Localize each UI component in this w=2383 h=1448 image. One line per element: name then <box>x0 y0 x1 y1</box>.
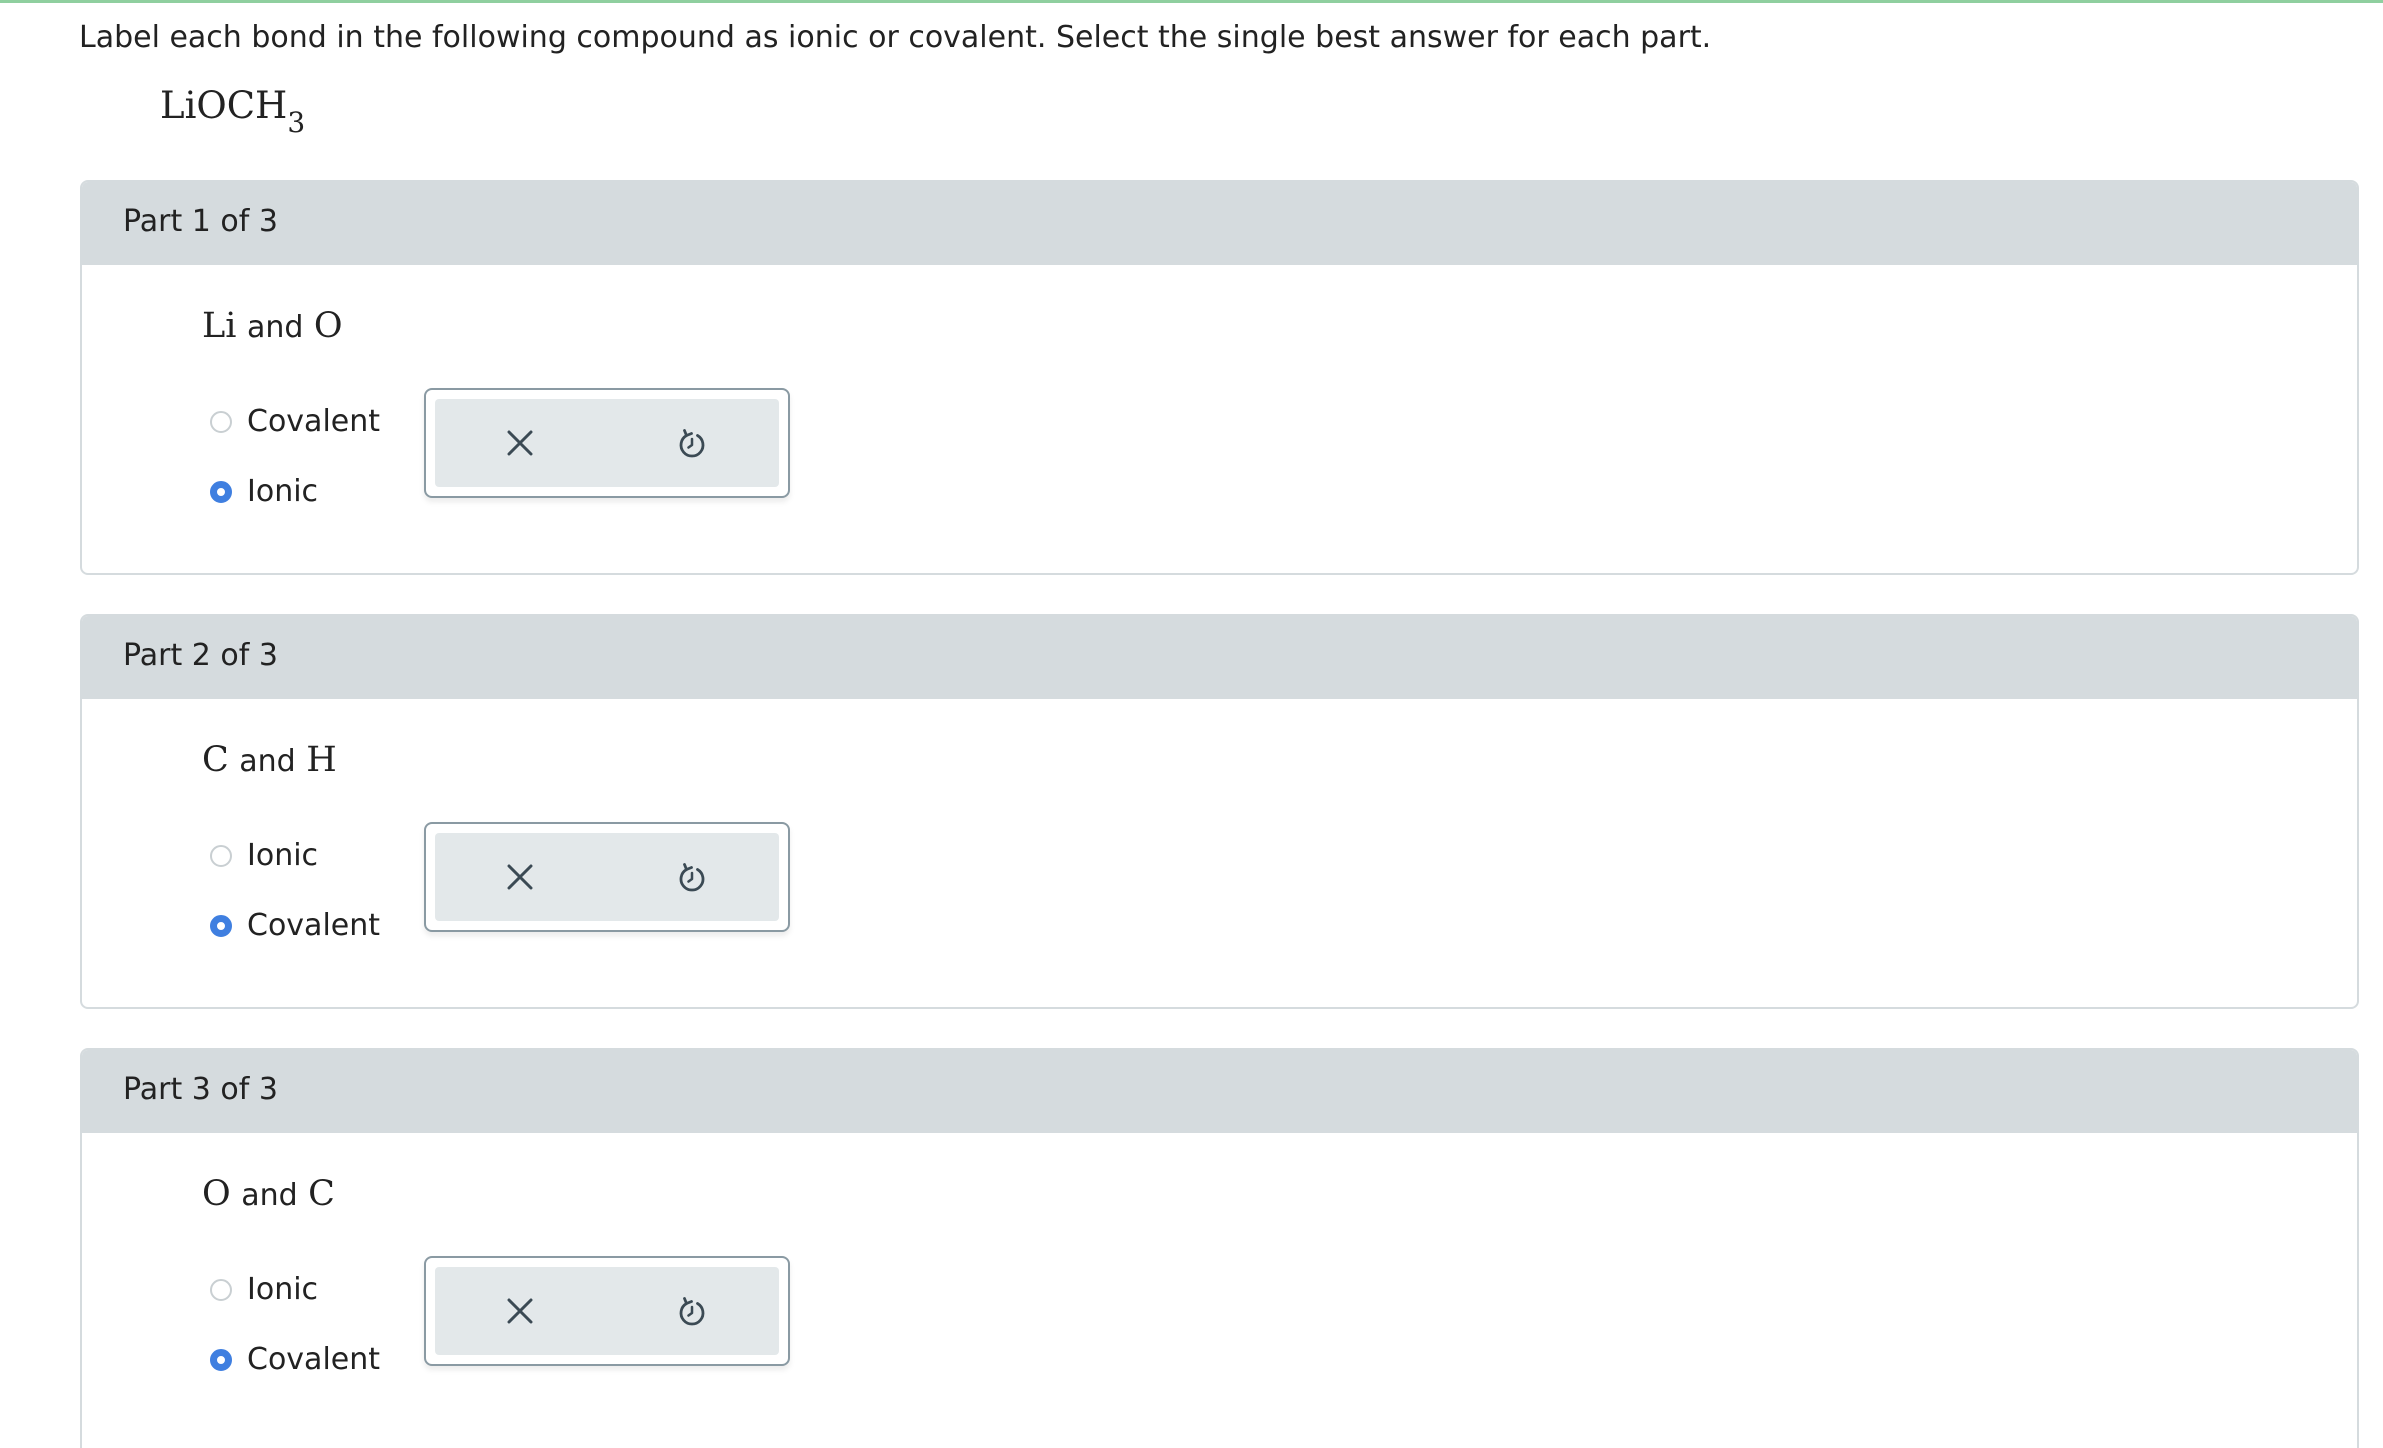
answer-toolbar <box>424 1256 790 1366</box>
option-label: Ionic <box>247 474 319 509</box>
part-2-panel: Part 2 of 3 C and H Ionic Covalent <box>80 614 2359 1009</box>
answer-option[interactable]: Ionic <box>210 1270 318 1310</box>
undo-button[interactable] <box>674 425 710 461</box>
conjunction: and <box>246 310 304 345</box>
option-label: Covalent <box>247 404 381 439</box>
answer-toolbar <box>424 388 790 498</box>
part-1-panel: Part 1 of 3 Li and O Covalent Ionic <box>80 180 2359 575</box>
answer-toolbar <box>424 822 790 932</box>
clear-answer-button[interactable] <box>502 859 538 895</box>
part-header: Part 3 of 3 <box>82 1050 2357 1133</box>
close-icon <box>507 864 533 890</box>
conjunction: and <box>239 744 296 779</box>
part-header: Part 1 of 3 <box>82 182 2357 265</box>
answer-option[interactable]: Ionic <box>210 836 318 876</box>
clear-answer-button[interactable] <box>502 425 538 461</box>
question-instructions: Label each bond in the following compoun… <box>79 20 1712 55</box>
atom-1: C <box>202 740 229 780</box>
undo-icon <box>679 1297 705 1326</box>
answer-option[interactable]: Covalent <box>210 402 380 442</box>
radio-button-selected[interactable] <box>210 915 232 937</box>
option-label: Ionic <box>247 1272 319 1307</box>
atom-1: Li <box>202 306 237 346</box>
part-title: Part 2 of 3 <box>123 638 278 673</box>
option-label: Covalent <box>247 908 381 943</box>
clear-answer-button[interactable] <box>502 1293 538 1329</box>
answer-toolbar-inner <box>435 399 779 487</box>
radio-button-selected[interactable] <box>210 481 232 503</box>
undo-button[interactable] <box>674 859 710 895</box>
atom-2: O <box>313 306 343 346</box>
option-label: Ionic <box>247 838 319 873</box>
part-title: Part 3 of 3 <box>123 1072 278 1107</box>
compound-formula-subscript: 3 <box>287 106 306 139</box>
top-accent-rule <box>0 0 2383 3</box>
part-header: Part 2 of 3 <box>82 616 2357 699</box>
answer-option[interactable]: Ionic <box>210 472 318 512</box>
close-icon <box>507 430 533 456</box>
answer-option[interactable]: Covalent <box>210 1340 380 1380</box>
undo-icon <box>679 429 705 458</box>
compound-formula-main: LiOCH <box>160 84 288 127</box>
bond-question: C and H <box>202 740 337 782</box>
conjunction: and <box>241 1178 298 1213</box>
compound-formula: LiOCH3 <box>160 84 305 139</box>
radio-button[interactable] <box>210 411 232 433</box>
undo-button[interactable] <box>674 1293 710 1329</box>
close-icon <box>507 1298 533 1324</box>
answer-option[interactable]: Covalent <box>210 906 380 946</box>
part-3-panel: Part 3 of 3 O and C Ionic Covalent <box>80 1048 2359 1448</box>
atom-2: C <box>308 1174 335 1214</box>
bond-question: O and C <box>202 1174 335 1216</box>
radio-button-selected[interactable] <box>210 1349 232 1371</box>
answer-toolbar-inner <box>435 833 779 921</box>
option-label: Covalent <box>247 1342 381 1377</box>
radio-button[interactable] <box>210 845 232 867</box>
part-title: Part 1 of 3 <box>123 204 278 239</box>
bond-question: Li and O <box>202 306 343 348</box>
answer-toolbar-inner <box>435 1267 779 1355</box>
atom-2: H <box>306 740 337 780</box>
atom-1: O <box>202 1174 231 1214</box>
radio-button[interactable] <box>210 1279 232 1301</box>
undo-icon <box>679 863 705 892</box>
